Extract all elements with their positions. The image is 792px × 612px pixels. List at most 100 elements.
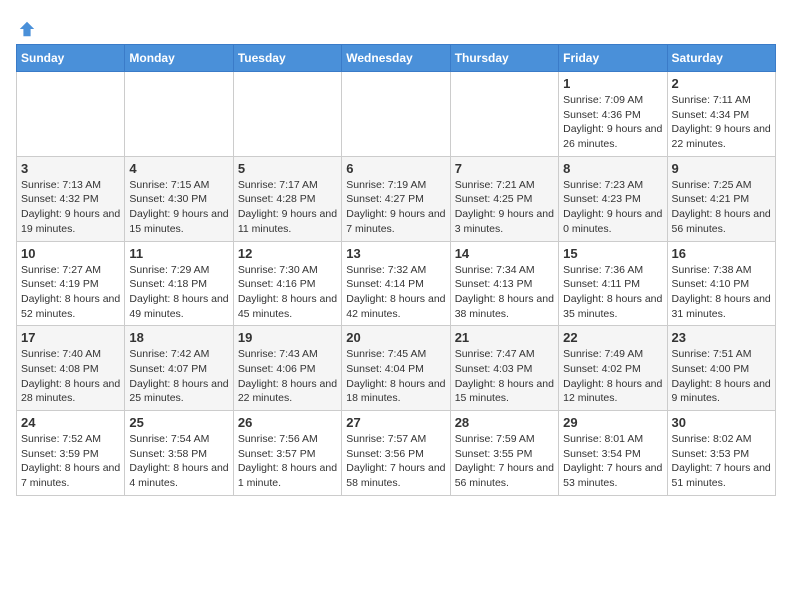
day-info: Sunrise: 7:43 AMSunset: 4:06 PMDaylight:… — [238, 347, 337, 406]
day-info: Sunrise: 7:15 AMSunset: 4:30 PMDaylight:… — [129, 178, 228, 237]
calendar-week-3: 10 Sunrise: 7:27 AMSunset: 4:19 PMDaylig… — [17, 241, 776, 326]
day-info: Sunrise: 8:02 AMSunset: 3:53 PMDaylight:… — [672, 432, 771, 491]
calendar-cell: 10 Sunrise: 7:27 AMSunset: 4:19 PMDaylig… — [17, 241, 125, 326]
calendar-table: SundayMondayTuesdayWednesdayThursdayFrid… — [16, 44, 776, 496]
calendar-header-row: SundayMondayTuesdayWednesdayThursdayFrid… — [17, 45, 776, 72]
calendar-cell: 17 Sunrise: 7:40 AMSunset: 4:08 PMDaylig… — [17, 326, 125, 411]
day-number: 3 — [21, 161, 120, 176]
calendar-cell — [233, 72, 341, 157]
calendar-cell: 8 Sunrise: 7:23 AMSunset: 4:23 PMDayligh… — [559, 156, 667, 241]
day-info: Sunrise: 7:19 AMSunset: 4:27 PMDaylight:… — [346, 178, 445, 237]
calendar-cell: 1 Sunrise: 7:09 AMSunset: 4:36 PMDayligh… — [559, 72, 667, 157]
calendar-cell: 7 Sunrise: 7:21 AMSunset: 4:25 PMDayligh… — [450, 156, 558, 241]
day-number: 15 — [563, 246, 662, 261]
day-info: Sunrise: 7:21 AMSunset: 4:25 PMDaylight:… — [455, 178, 554, 237]
calendar-cell: 24 Sunrise: 7:52 AMSunset: 3:59 PMDaylig… — [17, 411, 125, 496]
calendar-cell: 9 Sunrise: 7:25 AMSunset: 4:21 PMDayligh… — [667, 156, 775, 241]
day-info: Sunrise: 7:51 AMSunset: 4:00 PMDaylight:… — [672, 347, 771, 406]
day-number: 10 — [21, 246, 120, 261]
day-number: 18 — [129, 330, 228, 345]
day-number: 23 — [672, 330, 771, 345]
day-number: 8 — [563, 161, 662, 176]
day-number: 30 — [672, 415, 771, 430]
logo-icon — [18, 20, 36, 38]
calendar-cell: 6 Sunrise: 7:19 AMSunset: 4:27 PMDayligh… — [342, 156, 450, 241]
day-info: Sunrise: 7:30 AMSunset: 4:16 PMDaylight:… — [238, 263, 337, 322]
day-info: Sunrise: 7:36 AMSunset: 4:11 PMDaylight:… — [563, 263, 662, 322]
day-info: Sunrise: 7:09 AMSunset: 4:36 PMDaylight:… — [563, 93, 662, 152]
day-number: 11 — [129, 246, 228, 261]
calendar-cell: 21 Sunrise: 7:47 AMSunset: 4:03 PMDaylig… — [450, 326, 558, 411]
day-number: 20 — [346, 330, 445, 345]
day-number: 12 — [238, 246, 337, 261]
day-info: Sunrise: 7:54 AMSunset: 3:58 PMDaylight:… — [129, 432, 228, 491]
day-info: Sunrise: 7:56 AMSunset: 3:57 PMDaylight:… — [238, 432, 337, 491]
calendar-cell — [125, 72, 233, 157]
day-number: 2 — [672, 76, 771, 91]
day-number: 9 — [672, 161, 771, 176]
day-info: Sunrise: 7:27 AMSunset: 4:19 PMDaylight:… — [21, 263, 120, 322]
calendar-cell: 14 Sunrise: 7:34 AMSunset: 4:13 PMDaylig… — [450, 241, 558, 326]
calendar-week-2: 3 Sunrise: 7:13 AMSunset: 4:32 PMDayligh… — [17, 156, 776, 241]
weekday-header-tuesday: Tuesday — [233, 45, 341, 72]
day-info: Sunrise: 7:34 AMSunset: 4:13 PMDaylight:… — [455, 263, 554, 322]
day-info: Sunrise: 7:59 AMSunset: 3:55 PMDaylight:… — [455, 432, 554, 491]
day-number: 19 — [238, 330, 337, 345]
calendar-cell: 12 Sunrise: 7:30 AMSunset: 4:16 PMDaylig… — [233, 241, 341, 326]
day-number: 24 — [21, 415, 120, 430]
calendar-cell: 26 Sunrise: 7:56 AMSunset: 3:57 PMDaylig… — [233, 411, 341, 496]
calendar-cell: 25 Sunrise: 7:54 AMSunset: 3:58 PMDaylig… — [125, 411, 233, 496]
weekday-header-saturday: Saturday — [667, 45, 775, 72]
day-info: Sunrise: 7:47 AMSunset: 4:03 PMDaylight:… — [455, 347, 554, 406]
weekday-header-monday: Monday — [125, 45, 233, 72]
calendar-cell: 18 Sunrise: 7:42 AMSunset: 4:07 PMDaylig… — [125, 326, 233, 411]
day-number: 26 — [238, 415, 337, 430]
calendar-cell — [450, 72, 558, 157]
day-info: Sunrise: 7:29 AMSunset: 4:18 PMDaylight:… — [129, 263, 228, 322]
page-header — [16, 16, 776, 36]
calendar-cell: 16 Sunrise: 7:38 AMSunset: 4:10 PMDaylig… — [667, 241, 775, 326]
day-info: Sunrise: 7:57 AMSunset: 3:56 PMDaylight:… — [346, 432, 445, 491]
calendar-cell: 19 Sunrise: 7:43 AMSunset: 4:06 PMDaylig… — [233, 326, 341, 411]
day-info: Sunrise: 7:25 AMSunset: 4:21 PMDaylight:… — [672, 178, 771, 237]
day-number: 1 — [563, 76, 662, 91]
day-number: 6 — [346, 161, 445, 176]
day-number: 5 — [238, 161, 337, 176]
day-info: Sunrise: 7:32 AMSunset: 4:14 PMDaylight:… — [346, 263, 445, 322]
day-info: Sunrise: 7:40 AMSunset: 4:08 PMDaylight:… — [21, 347, 120, 406]
day-info: Sunrise: 8:01 AMSunset: 3:54 PMDaylight:… — [563, 432, 662, 491]
day-number: 28 — [455, 415, 554, 430]
weekday-header-sunday: Sunday — [17, 45, 125, 72]
day-info: Sunrise: 7:23 AMSunset: 4:23 PMDaylight:… — [563, 178, 662, 237]
day-number: 4 — [129, 161, 228, 176]
calendar-cell: 23 Sunrise: 7:51 AMSunset: 4:00 PMDaylig… — [667, 326, 775, 411]
calendar-cell: 20 Sunrise: 7:45 AMSunset: 4:04 PMDaylig… — [342, 326, 450, 411]
day-info: Sunrise: 7:42 AMSunset: 4:07 PMDaylight:… — [129, 347, 228, 406]
day-number: 13 — [346, 246, 445, 261]
calendar-cell: 11 Sunrise: 7:29 AMSunset: 4:18 PMDaylig… — [125, 241, 233, 326]
calendar-cell: 5 Sunrise: 7:17 AMSunset: 4:28 PMDayligh… — [233, 156, 341, 241]
calendar-cell: 4 Sunrise: 7:15 AMSunset: 4:30 PMDayligh… — [125, 156, 233, 241]
day-info: Sunrise: 7:38 AMSunset: 4:10 PMDaylight:… — [672, 263, 771, 322]
day-number: 7 — [455, 161, 554, 176]
day-number: 27 — [346, 415, 445, 430]
day-info: Sunrise: 7:52 AMSunset: 3:59 PMDaylight:… — [21, 432, 120, 491]
day-number: 21 — [455, 330, 554, 345]
calendar-week-1: 1 Sunrise: 7:09 AMSunset: 4:36 PMDayligh… — [17, 72, 776, 157]
calendar-cell: 13 Sunrise: 7:32 AMSunset: 4:14 PMDaylig… — [342, 241, 450, 326]
day-info: Sunrise: 7:17 AMSunset: 4:28 PMDaylight:… — [238, 178, 337, 237]
day-number: 17 — [21, 330, 120, 345]
day-info: Sunrise: 7:11 AMSunset: 4:34 PMDaylight:… — [672, 93, 771, 152]
calendar-cell: 22 Sunrise: 7:49 AMSunset: 4:02 PMDaylig… — [559, 326, 667, 411]
calendar-cell: 28 Sunrise: 7:59 AMSunset: 3:55 PMDaylig… — [450, 411, 558, 496]
calendar-cell: 30 Sunrise: 8:02 AMSunset: 3:53 PMDaylig… — [667, 411, 775, 496]
calendar-cell: 15 Sunrise: 7:36 AMSunset: 4:11 PMDaylig… — [559, 241, 667, 326]
day-info: Sunrise: 7:49 AMSunset: 4:02 PMDaylight:… — [563, 347, 662, 406]
day-info: Sunrise: 7:13 AMSunset: 4:32 PMDaylight:… — [21, 178, 120, 237]
calendar-cell: 3 Sunrise: 7:13 AMSunset: 4:32 PMDayligh… — [17, 156, 125, 241]
calendar-cell — [342, 72, 450, 157]
weekday-header-wednesday: Wednesday — [342, 45, 450, 72]
calendar-cell: 2 Sunrise: 7:11 AMSunset: 4:34 PMDayligh… — [667, 72, 775, 157]
calendar-cell: 27 Sunrise: 7:57 AMSunset: 3:56 PMDaylig… — [342, 411, 450, 496]
weekday-header-thursday: Thursday — [450, 45, 558, 72]
